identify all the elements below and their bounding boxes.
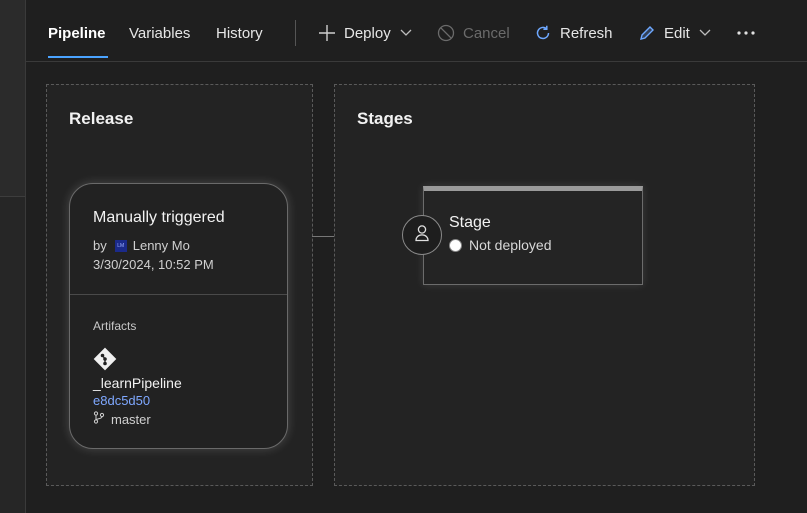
card-divider (70, 294, 287, 295)
active-tab-indicator (48, 56, 108, 58)
deploy-label: Deploy (344, 24, 391, 42)
pre-deployment-approver-button[interactable] (402, 215, 442, 255)
stage-status-label: Not deployed (469, 237, 552, 253)
refresh-icon (534, 24, 552, 42)
left-navigation-strip (0, 0, 26, 513)
avatar: LM (114, 239, 127, 252)
release-panel-title: Release (69, 109, 134, 128)
artifacts-label: Artifacts (93, 319, 137, 333)
release-timestamp: 3/30/2024, 10:52 PM (93, 257, 214, 272)
toolbar-divider (295, 20, 296, 46)
stages-panel-title: Stages (357, 109, 413, 128)
status-dot-icon (449, 238, 462, 252)
author-name: Lenny Mo (132, 238, 190, 253)
cancel-button[interactable]: Cancel (437, 22, 510, 44)
release-author: by LM Lenny Mo (93, 238, 190, 253)
branch-name: master (111, 411, 151, 427)
artifact-branch: master (93, 411, 151, 427)
cancel-icon (437, 24, 455, 42)
tab-pipeline[interactable]: Pipeline (48, 25, 106, 42)
refresh-button[interactable]: Refresh (534, 22, 613, 44)
deploy-button[interactable]: Deploy (318, 22, 412, 44)
artifact-name: _learnPipeline (93, 375, 182, 391)
more-options-button[interactable] (736, 22, 756, 44)
person-icon (414, 224, 430, 247)
artifact-commit-link[interactable]: e8dc5d50 (93, 393, 150, 408)
stage-card[interactable]: Stage Not deployed (423, 186, 643, 285)
stage-name: Stage (449, 214, 491, 231)
stage-status: Not deployed (449, 237, 552, 253)
cancel-label: Cancel (463, 24, 510, 42)
chevron-down-icon (400, 29, 412, 37)
tab-variables[interactable]: Variables (129, 25, 190, 42)
edit-button[interactable]: Edit (638, 22, 711, 44)
git-icon (93, 347, 117, 376)
by-label: by (93, 238, 107, 253)
pencil-icon (638, 24, 656, 42)
refresh-label: Refresh (560, 24, 613, 42)
release-card[interactable]: Manually triggered by LM Lenny Mo 3/30/2… (69, 183, 288, 449)
branch-icon (93, 411, 105, 427)
stages-panel (334, 84, 755, 486)
edit-label: Edit (664, 24, 690, 42)
plus-icon (318, 24, 336, 42)
left-strip-upper (0, 0, 25, 197)
more-horizontal-icon (736, 30, 756, 36)
release-trigger: Manually triggered (93, 209, 225, 226)
toolbar: Pipeline Variables History Deploy Cancel… (26, 0, 807, 62)
chevron-down-icon (699, 29, 711, 37)
tab-history[interactable]: History (216, 25, 263, 42)
release-stage-connector (312, 236, 334, 237)
